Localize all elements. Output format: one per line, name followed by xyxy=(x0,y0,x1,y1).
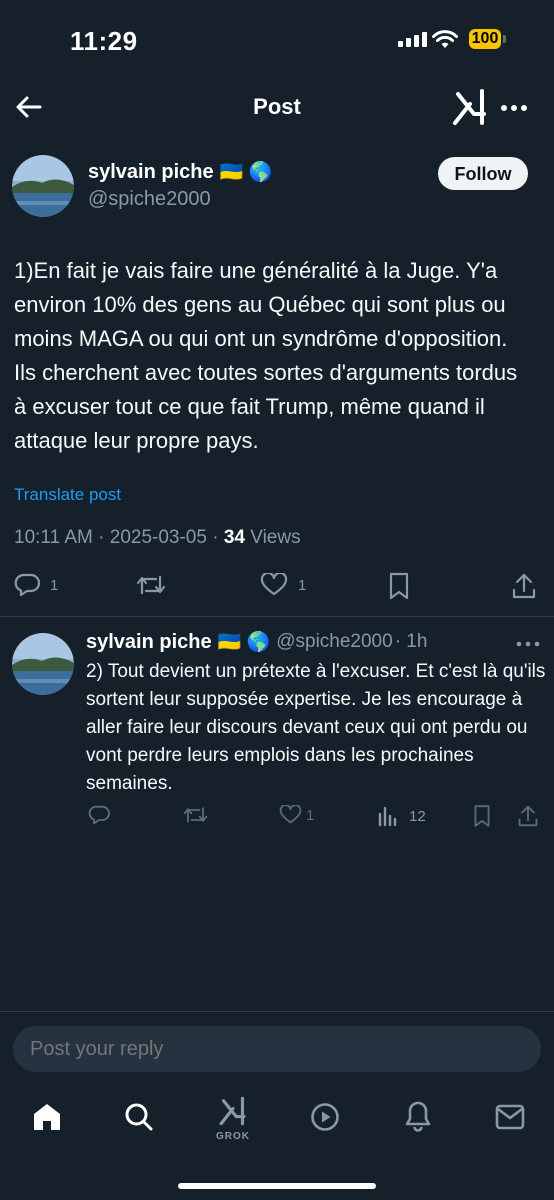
author-flags: 🇺🇦 🌎 xyxy=(219,162,273,183)
retweet-icon xyxy=(183,807,208,823)
bookmark-icon[interactable] xyxy=(388,572,410,600)
reply-icon xyxy=(88,805,110,825)
reply-input[interactable] xyxy=(13,1026,541,1072)
battery-indicator: 100 xyxy=(469,29,501,49)
reply-author-avatar[interactable] xyxy=(12,633,74,695)
author-avatar[interactable] xyxy=(12,155,74,217)
divider xyxy=(0,616,554,617)
translate-post-link[interactable]: Translate post xyxy=(14,485,121,505)
notifications-bell-icon[interactable] xyxy=(404,1100,432,1132)
retweet-action[interactable] xyxy=(136,573,176,597)
heart-icon xyxy=(279,805,302,824)
reply-count: 1 xyxy=(50,576,59,594)
tweet-timestamp: 10:11 AM · 2025-03-05 · xyxy=(14,527,224,548)
reply-reply-action[interactable] xyxy=(88,805,120,825)
author-handle[interactable]: @spiche2000 xyxy=(88,188,211,211)
analytics-icon xyxy=(378,806,397,827)
reply-text: 2) Tout devient un prétexte à l'excuser.… xyxy=(86,661,546,794)
reply-author-row: sylvain piche 🇺🇦 🌎 @spiche2000 · 1h xyxy=(86,630,427,654)
views-label: Views xyxy=(244,527,301,548)
author-name-row: sylvain piche 🇺🇦 🌎 xyxy=(88,160,272,184)
grok-icon xyxy=(219,1096,246,1126)
cellular-signal-icon xyxy=(398,32,427,47)
tweet-text: 1)En fait je vais faire une généralité à… xyxy=(14,258,518,453)
grok-label: GROK xyxy=(216,1131,250,1142)
grok-icon[interactable] xyxy=(452,88,488,126)
wifi-icon xyxy=(432,30,458,48)
heart-icon xyxy=(260,573,288,596)
battery-tip xyxy=(503,35,506,43)
reply-bookmark-icon[interactable] xyxy=(473,804,491,828)
reply-author-flags: 🇺🇦 🌎 xyxy=(217,632,271,653)
author-name[interactable]: sylvain piche xyxy=(88,161,214,184)
reply-action[interactable]: 1 xyxy=(14,573,58,597)
video-play-icon[interactable] xyxy=(310,1102,340,1132)
home-icon[interactable] xyxy=(32,1102,62,1132)
search-icon[interactable] xyxy=(124,1102,154,1132)
retweet-icon xyxy=(136,575,166,595)
like-action[interactable]: 1 xyxy=(260,573,306,597)
tab-grok[interactable]: GROK xyxy=(212,1096,254,1142)
home-indicator xyxy=(178,1183,376,1189)
reply-retweet-action[interactable] xyxy=(183,805,218,825)
more-options-icon[interactable] xyxy=(500,104,528,112)
reply-author-handle[interactable]: @spiche2000 xyxy=(276,631,392,653)
reply-author-name[interactable]: sylvain piche xyxy=(86,631,212,654)
reply-icon xyxy=(14,573,40,597)
messages-mail-icon[interactable] xyxy=(495,1104,525,1130)
reply-views-count: 12 xyxy=(409,807,426,825)
status-time: 11:29 xyxy=(70,26,138,56)
reply-time: · 1h xyxy=(394,631,428,652)
reply-share-icon[interactable] xyxy=(517,804,539,828)
like-count: 1 xyxy=(298,576,307,594)
reply-more-icon[interactable] xyxy=(516,641,540,647)
share-icon[interactable] xyxy=(511,572,537,600)
views-count: 34 xyxy=(223,527,245,548)
tweet-metadata: 10:11 AM · 2025-03-05 · 34 Views xyxy=(14,527,301,549)
composer-divider xyxy=(0,1011,554,1012)
follow-button[interactable]: Follow xyxy=(438,157,528,190)
reply-like-action[interactable]: 1 xyxy=(279,805,314,825)
reply-views-action[interactable]: 12 xyxy=(377,805,426,827)
reply-like-count: 1 xyxy=(306,806,315,824)
